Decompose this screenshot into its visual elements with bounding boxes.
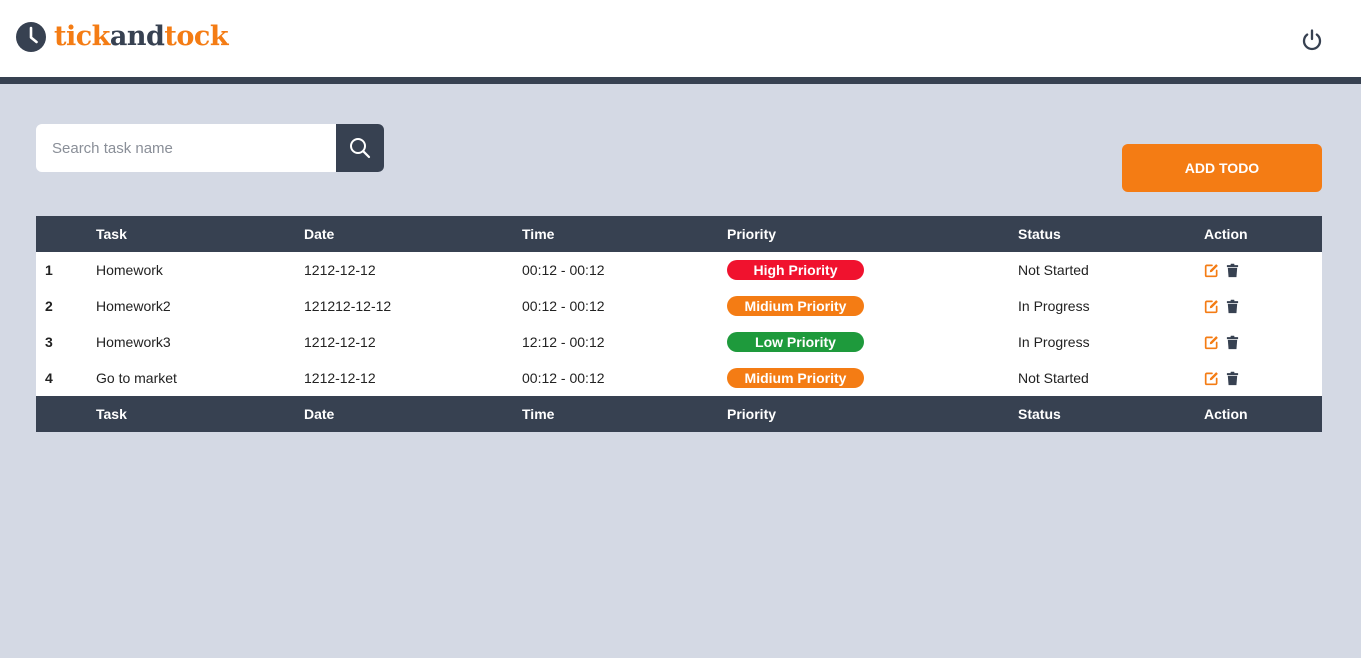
table-row: 1 Homework 1212-12-12 00:12 - 00:12 High… — [36, 252, 1322, 288]
logo-text: tickandtock — [54, 21, 229, 53]
task-status: In Progress — [1018, 334, 1090, 350]
row-number: 1 — [45, 262, 53, 278]
priority-cell: Low Priority — [727, 324, 864, 360]
priority-badge: Low Priority — [727, 332, 864, 353]
task-time: 12:12 - 00:12 — [522, 334, 605, 350]
trash-icon[interactable] — [1225, 335, 1240, 350]
edit-icon[interactable] — [1204, 335, 1219, 350]
task-status: In Progress — [1018, 298, 1090, 314]
column-header-action: Action — [1204, 226, 1248, 242]
task-name: Homework2 — [96, 298, 171, 314]
column-header-priority: Priority — [727, 226, 777, 242]
action-cell — [1204, 324, 1240, 360]
table-body: 1 Homework 1212-12-12 00:12 - 00:12 High… — [36, 252, 1322, 396]
task-time: 00:12 - 00:12 — [522, 370, 605, 386]
task-date: 1212-12-12 — [304, 262, 376, 278]
search-button[interactable] — [336, 124, 384, 172]
edit-icon[interactable] — [1204, 371, 1219, 386]
task-name: Homework3 — [96, 334, 171, 350]
task-time: 00:12 - 00:12 — [522, 298, 605, 314]
column-footer-action: Action — [1204, 406, 1248, 422]
column-footer-priority: Priority — [727, 406, 777, 422]
action-cell — [1204, 360, 1240, 396]
row-number: 3 — [45, 334, 53, 350]
table-header: Task Date Time Priority Status Action — [36, 216, 1322, 252]
search-input[interactable] — [36, 124, 336, 172]
column-footer-time: Time — [522, 406, 555, 422]
table-row: 4 Go to market 1212-12-12 00:12 - 00:12 … — [36, 360, 1322, 396]
top-navbar: tickandtock — [0, 0, 1361, 77]
trash-icon[interactable] — [1225, 371, 1240, 386]
priority-cell: Midium Priority — [727, 288, 864, 324]
search-icon — [350, 138, 371, 159]
table-row: 3 Homework3 1212-12-12 12:12 - 00:12 Low… — [36, 324, 1322, 360]
logo[interactable]: tickandtock — [16, 21, 229, 53]
row-number: 2 — [45, 298, 53, 314]
column-footer-date: Date — [304, 406, 335, 422]
column-footer-task: Task — [96, 406, 127, 422]
column-header-task: Task — [96, 226, 127, 242]
column-header-status: Status — [1018, 226, 1061, 242]
logo-text-tock: tock — [164, 21, 229, 52]
table-row: 2 Homework2 121212-12-12 00:12 - 00:12 M… — [36, 288, 1322, 324]
logo-text-tick: tick — [54, 21, 110, 52]
column-footer-status: Status — [1018, 406, 1061, 422]
priority-badge: High Priority — [727, 260, 864, 281]
add-todo-button[interactable]: ADD TODO — [1122, 144, 1322, 192]
table-footer: Task Date Time Priority Status Action — [36, 396, 1322, 432]
priority-badge: Midium Priority — [727, 296, 864, 317]
edit-icon[interactable] — [1204, 299, 1219, 314]
logo-text-and: and — [109, 21, 165, 52]
priority-cell: High Priority — [727, 252, 864, 288]
logout-button[interactable] — [1298, 26, 1326, 54]
action-cell — [1204, 288, 1240, 324]
row-number: 4 — [45, 370, 53, 386]
column-header-time: Time — [522, 226, 555, 242]
column-header-date: Date — [304, 226, 335, 242]
trash-icon[interactable] — [1225, 299, 1240, 314]
task-date: 121212-12-12 — [304, 298, 392, 314]
task-name: Homework — [96, 262, 163, 278]
power-icon — [1302, 29, 1322, 51]
task-status: Not Started — [1018, 370, 1089, 386]
task-status: Not Started — [1018, 262, 1089, 278]
task-name: Go to market — [96, 370, 177, 386]
task-time: 00:12 - 00:12 — [522, 262, 605, 278]
task-date: 1212-12-12 — [304, 370, 376, 386]
task-date: 1212-12-12 — [304, 334, 376, 350]
priority-badge: Midium Priority — [727, 368, 864, 389]
clock-icon — [16, 22, 46, 52]
navbar-divider — [0, 77, 1361, 84]
priority-cell: Midium Priority — [727, 360, 864, 396]
search-bar — [36, 124, 384, 172]
trash-icon[interactable] — [1225, 263, 1240, 278]
action-cell — [1204, 252, 1240, 288]
todo-table: Task Date Time Priority Status Action 1 … — [36, 216, 1322, 432]
edit-icon[interactable] — [1204, 263, 1219, 278]
